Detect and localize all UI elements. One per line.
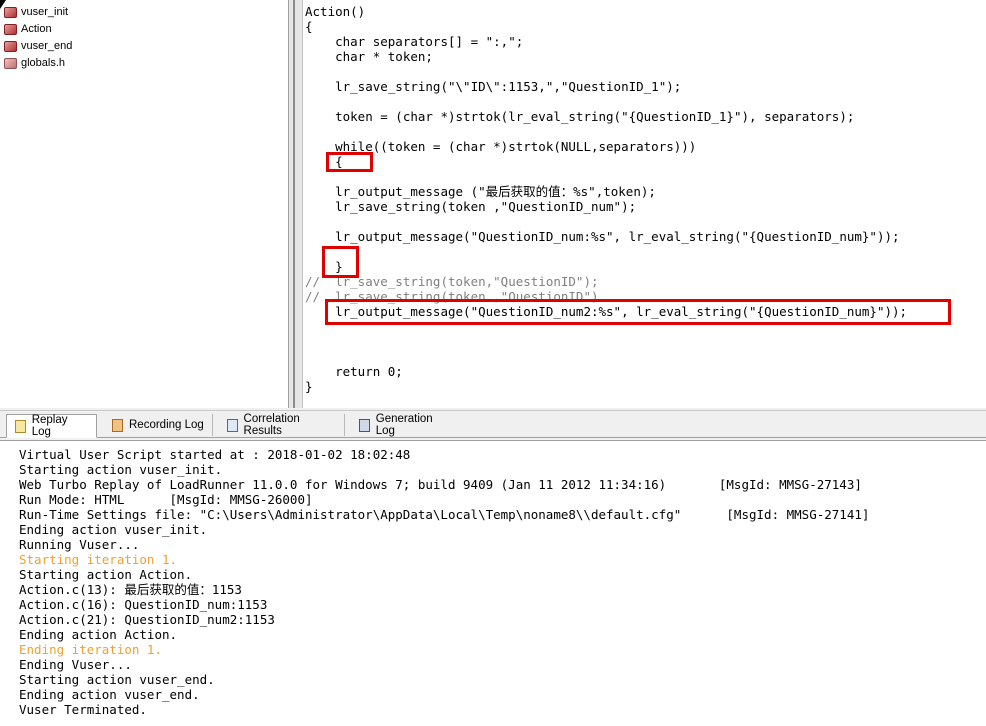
tree-item-label: Action <box>21 23 52 35</box>
tab-label: Replay Log <box>31 414 68 438</box>
panel-splitter[interactable] <box>289 0 303 408</box>
code-line: return 0; <box>305 364 403 379</box>
log-line: Ending Vuser... <box>19 657 132 672</box>
code-line: lr_output_message ("最后获取的值：%s",token); <box>305 184 656 199</box>
log-line: Ending action Action. <box>19 627 178 642</box>
code-line: Action() <box>305 4 366 19</box>
tree-item-vuser-end[interactable]: vuser_end <box>4 38 72 54</box>
tab-recording-log[interactable]: Recording Log <box>104 414 213 436</box>
tab-generation-log[interactable]: Generation Log <box>351 413 461 437</box>
log-line: Starting action vuser_end. <box>19 672 215 687</box>
tree-item-label: vuser_init <box>21 6 69 18</box>
output-tab-bar: Replay Log Recording Log Correlation Res… <box>0 410 986 438</box>
log-line: Web Turbo Replay of LoadRunner 11.0.0 fo… <box>19 477 862 492</box>
code-line: lr_save_string(token ,"QuestionID_num"); <box>305 199 637 214</box>
tree-item-label: vuser_end <box>21 40 73 52</box>
generation-log-icon <box>359 418 370 432</box>
script-tree-panel: vuser_init Action vuser_end globals.h <box>0 0 289 408</box>
code-line: lr_save_string("\"ID\":1153,","QuestionI… <box>305 79 682 94</box>
highlight-box-output-message <box>325 299 951 325</box>
code-line: lr_output_message("QuestionID_num:%s", l… <box>305 229 900 244</box>
tab-label: Recording Log <box>129 419 204 431</box>
tree-item-globals-h[interactable]: globals.h <box>4 55 65 71</box>
highlight-box-close-brace <box>322 246 359 278</box>
script-file-icon <box>4 23 17 35</box>
log-line: Starting action vuser_init. <box>19 462 223 477</box>
log-line: Virtual User Script started at : 2018-01… <box>19 447 411 462</box>
log-line-iteration: Ending iteration 1. <box>19 642 162 657</box>
tree-item-action[interactable]: Action <box>4 21 52 37</box>
script-file-icon <box>4 40 17 52</box>
tab-correlation-results[interactable]: Correlation Results <box>219 413 345 437</box>
code-editor[interactable]: Action() { char separators[] = ":,"; cha… <box>303 0 986 408</box>
code-line: token = (char *)strtok(lr_eval_string("{… <box>305 109 855 124</box>
tab-replay-log[interactable]: Replay Log <box>6 414 97 438</box>
log-line: Run-Time Settings file: "C:\Users\Admini… <box>19 507 870 522</box>
log-line: Run Mode: HTML [MsgId: MMSG-26000] <box>19 492 313 507</box>
tab-label: Generation Log <box>375 413 433 437</box>
code-line: char separators[] = ":,"; <box>305 34 524 49</box>
tree-item-vuser-init[interactable]: vuser_init <box>4 4 68 20</box>
script-file-icon <box>4 6 17 18</box>
replay-log-icon <box>15 419 26 433</box>
log-line: Vuser Terminated. <box>19 702 147 717</box>
code-line: char * token; <box>305 49 433 64</box>
log-line: Starting action Action. <box>19 567 193 582</box>
replay-log-output[interactable]: Virtual User Script started at : 2018-01… <box>0 440 986 726</box>
splitter-line <box>293 0 295 408</box>
tab-label: Correlation Results <box>243 413 300 437</box>
log-line: Action.c(21): QuestionID_num2:1153 <box>19 612 275 627</box>
code-line: { <box>305 19 313 34</box>
header-file-icon <box>4 57 17 69</box>
highlight-box-open-brace <box>326 152 373 172</box>
correlation-icon <box>227 418 238 432</box>
log-line-iteration: Starting iteration 1. <box>19 552 178 567</box>
recording-log-icon <box>112 418 123 432</box>
code-line: } <box>305 379 313 394</box>
log-line: Running Vuser... <box>19 537 140 552</box>
log-line: Ending action vuser_end. <box>19 687 200 702</box>
tree-item-label: globals.h <box>21 57 66 69</box>
log-line: Action.c(16): QuestionID_num:1153 <box>19 597 268 612</box>
log-line: Ending action vuser_init. <box>19 522 208 537</box>
log-line: Action.c(13): 最后获取的值：1153 <box>19 582 242 597</box>
